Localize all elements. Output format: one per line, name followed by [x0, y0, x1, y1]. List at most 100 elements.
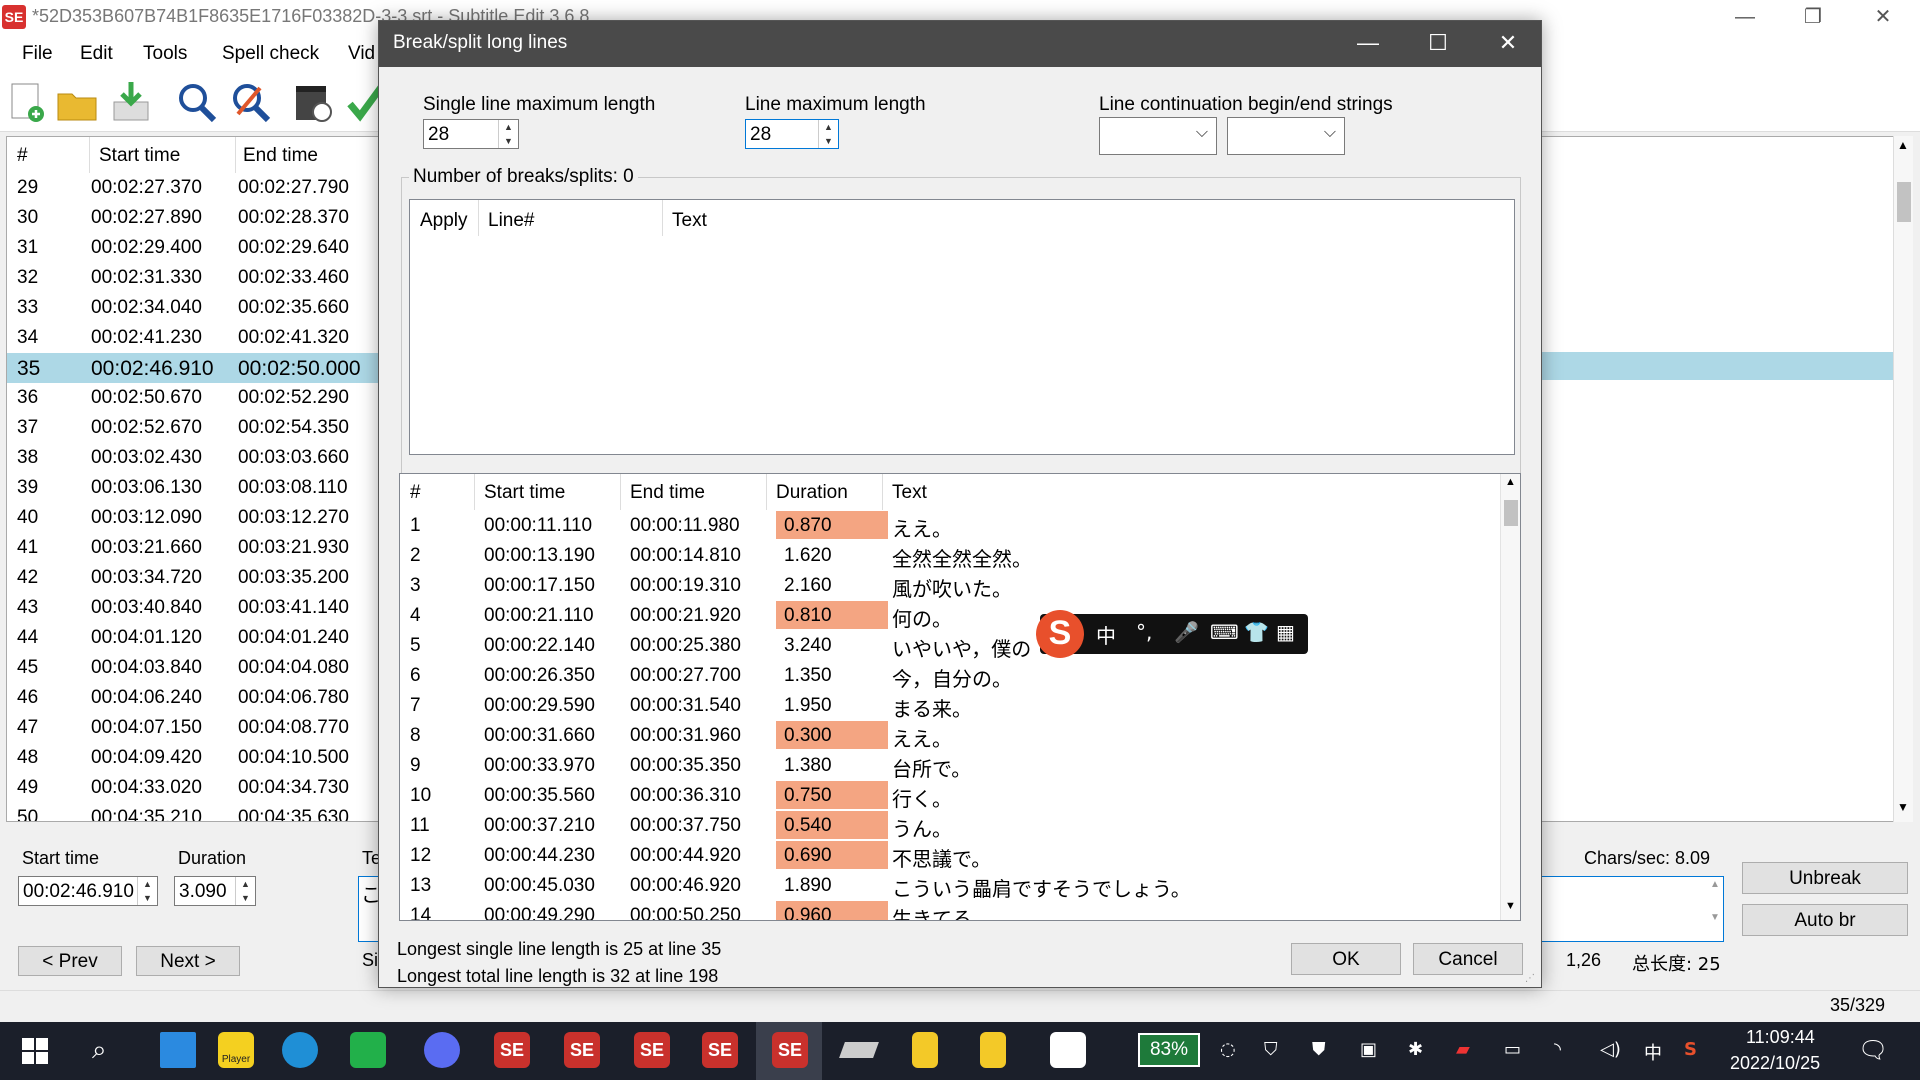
- sync-icon[interactable]: ◌: [1220, 1039, 1236, 1060]
- continuation-begin-select[interactable]: ⌵: [1099, 117, 1217, 155]
- text-box-scroll-icon[interactable]: ▲ ▼: [1707, 879, 1723, 939]
- main-list-scroll-thumb[interactable]: [1897, 182, 1911, 222]
- keyboard-icon[interactable]: ⌨: [1210, 620, 1239, 644]
- unbreak-button[interactable]: Unbreak: [1742, 862, 1908, 894]
- close-button[interactable]: ✕: [1854, 0, 1912, 36]
- restore-button[interactable]: ❐: [1784, 0, 1842, 36]
- pdf-icon[interactable]: ▰: [1456, 1039, 1470, 1060]
- table-row[interactable]: 49 00:04:33.020 00:04:34.730: [7, 773, 379, 803]
- table-row[interactable]: 45 00:04:03.840 00:04:04.080: [7, 653, 379, 683]
- clock-date[interactable]: 2022/10/25: [1730, 1053, 1820, 1074]
- dialog-minimize-button[interactable]: —: [1333, 21, 1403, 67]
- subtitle-edit-icon[interactable]: SE: [564, 1032, 600, 1068]
- table-row[interactable]: 36 00:02:50.670 00:02:52.290: [7, 383, 379, 413]
- cancel-button[interactable]: Cancel: [1413, 943, 1523, 975]
- edge-icon[interactable]: [282, 1032, 318, 1068]
- table-row[interactable]: 44 00:04:01.120 00:04:01.240: [7, 623, 379, 653]
- table-row[interactable]: 10 00:00:35.560 00:00:36.310 0.750 行く。: [400, 780, 1498, 811]
- dialog-close-button[interactable]: ✕: [1473, 21, 1543, 67]
- table-row[interactable]: 37 00:02:52.670 00:02:54.350: [7, 413, 379, 443]
- table-row[interactable]: 50 00:04:35.210 00:04:35.630: [7, 803, 379, 821]
- wifi-icon[interactable]: ◝: [1554, 1039, 1561, 1060]
- menu-tools[interactable]: Tools: [143, 43, 187, 65]
- table-row[interactable]: 29 00:02:27.370 00:02:27.790: [7, 173, 379, 203]
- subtitle-edit-icon-active[interactable]: SE: [772, 1032, 808, 1068]
- table-row[interactable]: 7 00:00:29.590 00:00:31.540 1.950 まる来。: [400, 690, 1498, 721]
- scroll-down-icon[interactable]: ▼: [1897, 800, 1909, 814]
- text-box-right[interactable]: ▲ ▼: [1540, 876, 1724, 942]
- start-time-input[interactable]: 00:02:46.910 ▲ ▼: [18, 876, 158, 906]
- scroll-down-icon[interactable]: ▼: [1505, 900, 1516, 912]
- next-button[interactable]: Next >: [136, 946, 240, 976]
- battery-icon[interactable]: ▭: [1504, 1039, 1521, 1060]
- table-row[interactable]: 1 00:00:11.110 00:00:11.980 0.870 ええ。: [400, 510, 1498, 541]
- continuation-end-select[interactable]: ⌵: [1227, 117, 1345, 155]
- subtitle-edit-icon[interactable]: SE: [702, 1032, 738, 1068]
- security-icon[interactable]: ⛉: [1264, 1039, 1278, 1060]
- sogou-ime-icon[interactable]: S: [1684, 1039, 1697, 1060]
- line-max-stepper[interactable]: ▲ ▼: [818, 120, 838, 148]
- open-folder-icon[interactable]: [56, 80, 98, 124]
- minimize-button[interactable]: —: [1716, 0, 1774, 36]
- ime-mode-toggle[interactable]: 中: [1096, 620, 1116, 649]
- table-row[interactable]: 9 00:00:33.970 00:00:35.350 1.380 台所で。: [400, 750, 1498, 781]
- find-icon[interactable]: [176, 80, 218, 124]
- drive-icon[interactable]: [839, 1042, 879, 1058]
- skin-icon[interactable]: 👕: [1244, 620, 1269, 644]
- bluetooth-icon[interactable]: ✱: [1408, 1039, 1423, 1060]
- resize-grip-icon[interactable]: ⋰: [1525, 973, 1535, 984]
- download-icon[interactable]: [110, 80, 152, 124]
- breaks-list[interactable]: Apply Line# Text: [409, 199, 1515, 455]
- dialog-maximize-button[interactable]: ☐: [1403, 21, 1473, 67]
- search-icon[interactable]: ⌕: [92, 1034, 107, 1066]
- ime-punctuation-toggle[interactable]: °,: [1136, 620, 1152, 644]
- subtitle-edit-icon[interactable]: SE: [634, 1032, 670, 1068]
- chat-app-icon[interactable]: [350, 1032, 386, 1068]
- subtitle-list[interactable]: # Start time End time 29 00:02:27.370 00:0…: [6, 136, 380, 822]
- table-row[interactable]: 42 00:03:34.720 00:03:35.200: [7, 563, 379, 593]
- ime-indicator[interactable]: 中: [1644, 1039, 1662, 1065]
- prev-button[interactable]: < Prev: [18, 946, 122, 976]
- duration-stepper[interactable]: ▲ ▼: [235, 877, 255, 905]
- table-row[interactable]: 34 00:02:41.230 00:02:41.320: [7, 323, 379, 353]
- table-row[interactable]: 32 00:02:31.330 00:02:33.460: [7, 263, 379, 293]
- duration-input[interactable]: 3.090 ▲ ▼: [174, 876, 256, 906]
- table-row[interactable]: 3 00:00:17.150 00:00:19.310 2.160 風が吹いた。: [400, 570, 1498, 601]
- dialog-subtitle-list[interactable]: # Start time End time Duration Text 1 00:…: [399, 473, 1521, 921]
- folder-icon[interactable]: [912, 1032, 938, 1068]
- subtitle-edit-icon[interactable]: SE: [494, 1032, 530, 1068]
- table-row[interactable]: 5 00:00:22.140 00:00:25.380 3.240 いやいや，僕の: [400, 630, 1498, 661]
- table-row[interactable]: 8 00:00:31.660 00:00:31.960 0.300 ええ。: [400, 720, 1498, 751]
- new-file-icon[interactable]: [6, 80, 48, 124]
- menu-spell-check[interactable]: Spell check: [222, 43, 319, 65]
- table-row[interactable]: 31 00:02:29.400 00:02:29.640: [7, 233, 379, 263]
- menu-file[interactable]: File: [22, 43, 53, 65]
- browser-icon[interactable]: [424, 1032, 460, 1068]
- ime-toolbar[interactable]: S 中 °, 🎤 ⌨ 👕 ▦: [1036, 610, 1308, 658]
- volume-icon[interactable]: ◁): [1600, 1039, 1621, 1060]
- notification-icon[interactable]: 🗨: [1858, 1036, 1888, 1064]
- windows-start-icon[interactable]: [20, 1036, 50, 1066]
- table-row[interactable]: 35 00:02:46.910 00:02:50.000: [7, 353, 379, 383]
- replace-icon[interactable]: [230, 80, 272, 124]
- table-row[interactable]: 14 00:00:49.290 00:00:50.250 0.960 生きてる。: [400, 900, 1498, 920]
- text-column-pane[interactable]: [1540, 136, 1900, 822]
- table-row[interactable]: 43 00:03:40.840 00:03:41.140: [7, 593, 379, 623]
- menu-edit[interactable]: Edit: [80, 43, 113, 65]
- line-max-input[interactable]: 28 ▲ ▼: [745, 119, 839, 149]
- microphone-icon[interactable]: 🎤: [1174, 620, 1199, 644]
- table-row[interactable]: 6 00:00:26.350 00:00:27.700 1.350 今，自分の。: [400, 660, 1498, 691]
- table-row[interactable]: 30 00:02:27.890 00:02:28.370: [7, 203, 379, 233]
- table-row[interactable]: 11 00:00:37.210 00:00:37.750 0.540 うん。: [400, 810, 1498, 841]
- scroll-up-icon[interactable]: ▲: [1505, 476, 1516, 488]
- table-row[interactable]: 46 00:04:06.240 00:04:06.780: [7, 683, 379, 713]
- dialog-list-scrollbar[interactable]: ▲ ▼: [1500, 474, 1520, 920]
- table-row[interactable]: 47 00:04:07.150 00:04:08.770: [7, 713, 379, 743]
- network-manager-icon[interactable]: ▣: [1360, 1039, 1377, 1060]
- capcut-icon[interactable]: [1050, 1032, 1086, 1068]
- table-row[interactable]: 33 00:02:34.040 00:02:35.660: [7, 293, 379, 323]
- table-row[interactable]: 39 00:03:06.130 00:03:08.110: [7, 473, 379, 503]
- table-row[interactable]: 40 00:03:12.090 00:03:12.270: [7, 503, 379, 533]
- player-icon[interactable]: Player: [218, 1032, 254, 1068]
- ime-logo-icon[interactable]: S: [1036, 610, 1084, 658]
